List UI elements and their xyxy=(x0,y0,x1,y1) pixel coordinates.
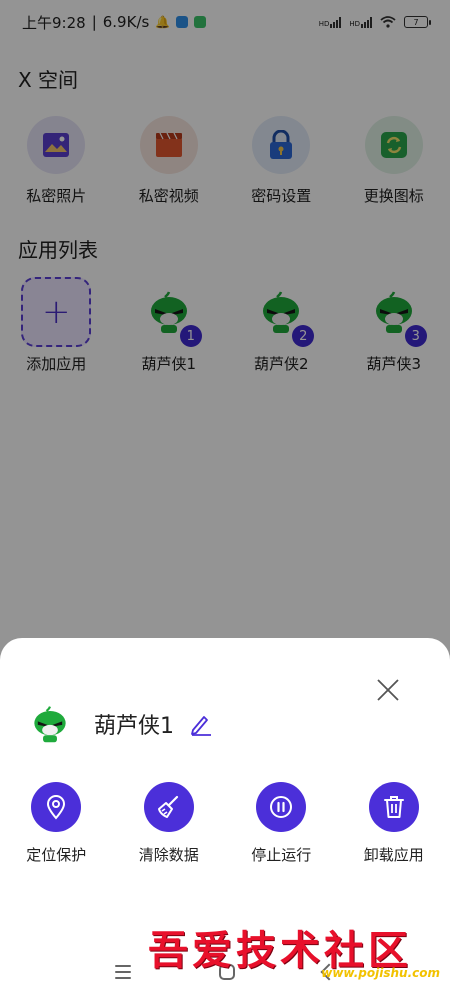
action-label: 停止运行 xyxy=(251,846,312,864)
action-circle xyxy=(256,782,307,832)
action-circle xyxy=(143,782,194,832)
sheet-app-header: 葫芦侠1 xyxy=(30,704,214,744)
pencil-icon xyxy=(191,716,211,736)
pause-icon xyxy=(270,796,293,818)
trash-icon xyxy=(383,796,404,818)
menu-icon[interactable] xyxy=(115,965,131,979)
broom-icon xyxy=(157,795,178,818)
clear-data-button[interactable]: 清除数据 xyxy=(113,782,226,865)
action-label: 定位保护 xyxy=(26,846,87,864)
location-protection-button[interactable]: 定位保护 xyxy=(0,782,113,865)
location-pin-icon xyxy=(47,795,66,820)
alien-app-icon xyxy=(34,706,66,743)
sheet-actions: 定位保护 清除数据 停止运行 卸载应用 xyxy=(0,782,450,865)
edit-name-button[interactable] xyxy=(188,711,214,737)
uninstall-app-button[interactable]: 卸载应用 xyxy=(338,782,450,865)
close-icon[interactable] xyxy=(376,678,400,702)
action-label: 清除数据 xyxy=(138,846,199,864)
sheet-app-name: 葫芦侠1 xyxy=(94,714,174,739)
watermark-logo: 吾爱技术社区 www.pojishu.com xyxy=(148,918,444,990)
stop-running-button[interactable]: 停止运行 xyxy=(225,782,338,865)
action-label: 卸载应用 xyxy=(363,846,424,864)
action-circle xyxy=(368,782,419,832)
watermark-url: www.pojishu.com xyxy=(321,966,440,980)
action-circle xyxy=(31,782,82,832)
